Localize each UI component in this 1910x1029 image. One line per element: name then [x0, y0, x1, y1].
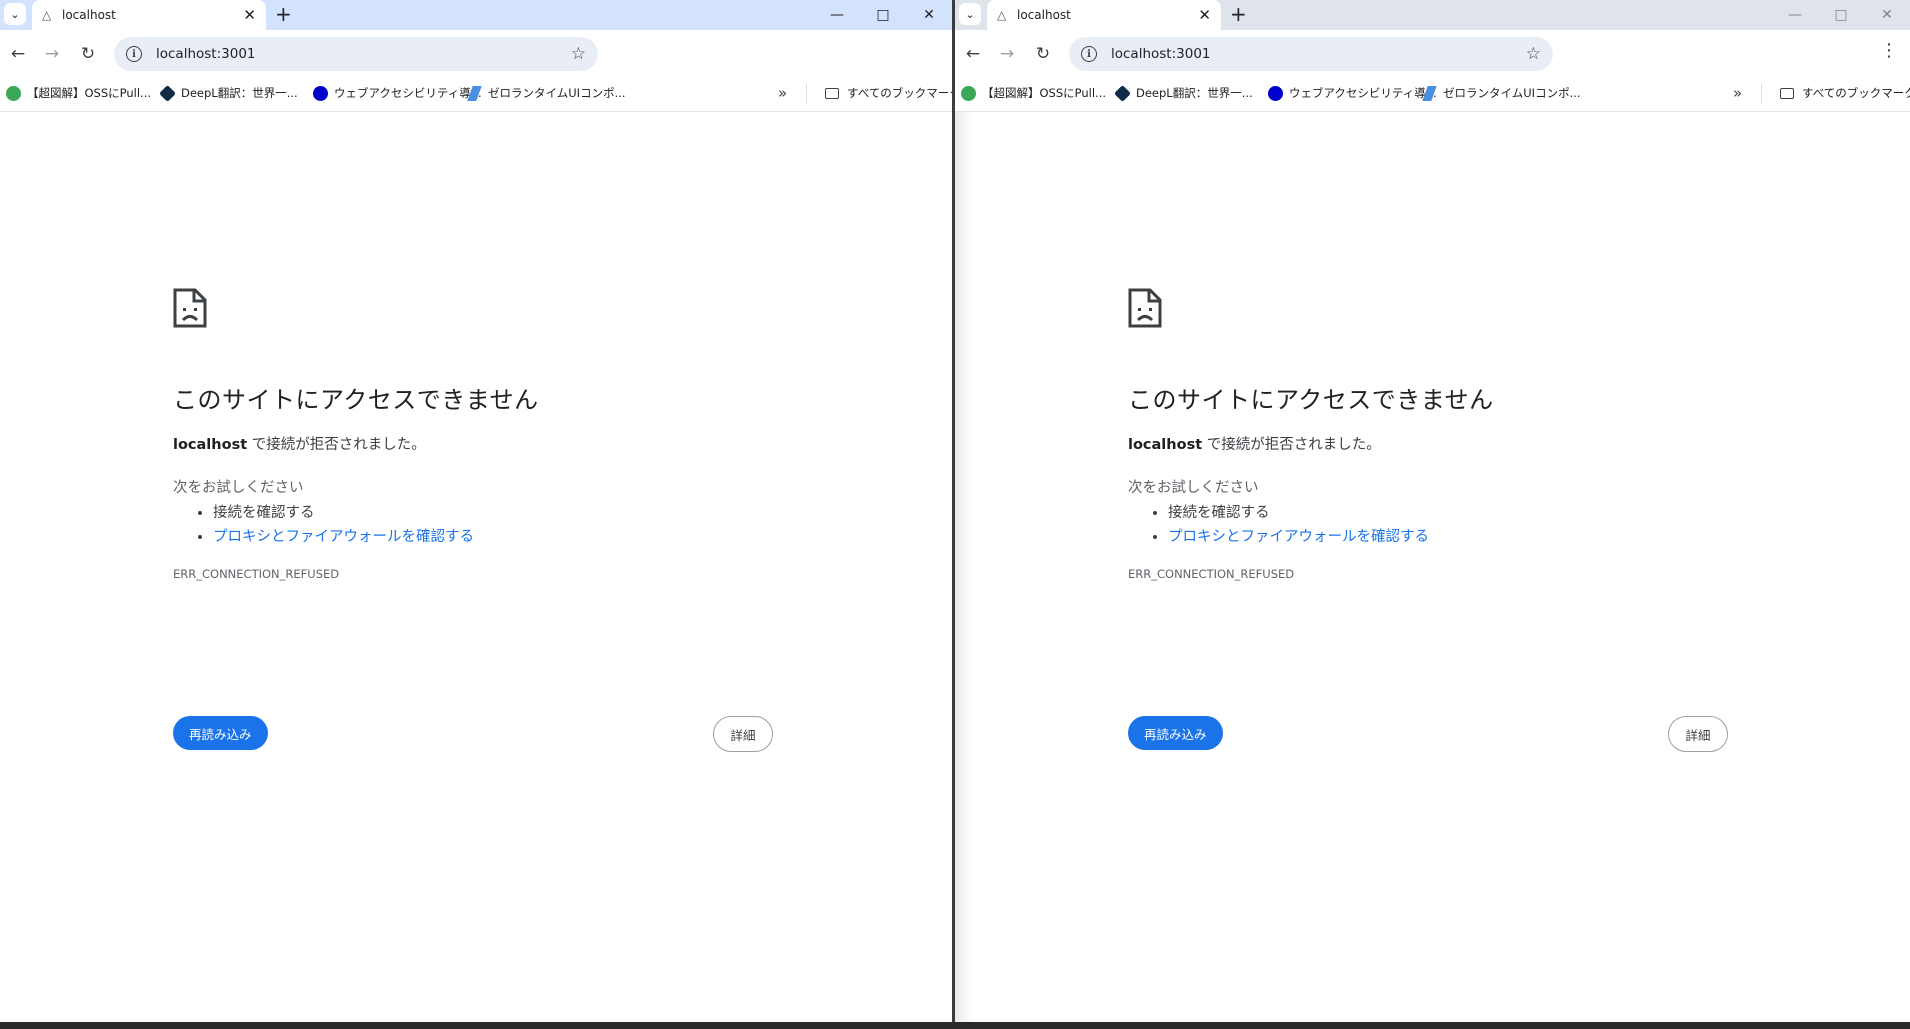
error-container: このサイトにアクセスできません localhost で接続が拒否されました。 次… — [173, 288, 773, 752]
forward-icon[interactable]: → — [40, 42, 64, 66]
error-description: localhost で接続が拒否されました。 — [173, 437, 426, 453]
folder-icon — [1780, 87, 1794, 99]
url-text[interactable]: localhost:3001 — [156, 46, 571, 62]
bookmark-favicon-icon — [313, 85, 328, 101]
close-tab-icon[interactable]: ✕ — [1198, 6, 1211, 24]
suggestions-list: 接続を確認する プロキシとファイアウォールを確認する — [1168, 501, 1728, 549]
maximize-icon[interactable]: □ — [860, 0, 906, 30]
more-bookmarks-icon[interactable]: » — [1733, 84, 1742, 102]
reload-icon[interactable]: ↻ — [76, 42, 100, 66]
tab-localhost[interactable]: △ localhost ✕ — [32, 0, 266, 30]
back-icon[interactable]: ← — [961, 42, 985, 66]
site-info-icon[interactable]: i — [126, 46, 142, 62]
close-window-icon[interactable]: ✕ — [1864, 0, 1910, 30]
tab-search-button[interactable]: ⌄ — [4, 3, 26, 25]
address-bar[interactable]: i localhost:3001 ☆ — [114, 37, 598, 71]
tab-strip: ⌄ △ localhost ✕ + — □ ✕ — [955, 0, 1910, 30]
forward-icon[interactable]: → — [995, 42, 1019, 66]
toolbar: ← → ↻ i localhost:3001 ☆ ⋮ — [955, 30, 1910, 76]
try-label: 次をお試しください — [1128, 480, 1259, 496]
window-controls: — □ ✕ — [1772, 0, 1910, 30]
bookmark-star-icon[interactable]: ☆ — [571, 44, 586, 64]
suggestions-list: 接続を確認する プロキシとファイアウォールを確認する — [213, 501, 773, 549]
all-bookmarks-folder[interactable]: すべてのブックマーク — [825, 85, 952, 101]
toolbar: ← → ↻ i localhost:3001 ☆ — [0, 30, 952, 76]
suggestion-item: 接続を確認する — [1168, 501, 1728, 525]
bookmark-item[interactable]: 【超図解】OSSにPull... — [961, 85, 1106, 101]
try-label: 次をお試しください — [173, 480, 304, 496]
bookmarks-bar: 【超図解】OSSにPull... DeepL翻訳：世界一... ウェブアクセシビ… — [0, 76, 952, 112]
window-shadow — [955, 112, 973, 1022]
minimize-icon[interactable]: — — [814, 0, 860, 30]
address-bar[interactable]: i localhost:3001 ☆ — [1069, 37, 1553, 71]
suggestion-item: 接続を確認する — [213, 501, 773, 525]
broken-page-icon: △ — [997, 8, 1007, 22]
bookmark-item[interactable]: 【超図解】OSSにPull... — [6, 85, 151, 101]
bookmark-item[interactable]: DeepL翻訳：世界一... — [159, 84, 298, 102]
error-host: localhost — [1128, 437, 1203, 453]
error-code: ERR_CONNECTION_REFUSED — [1128, 567, 1295, 581]
folder-icon — [825, 87, 839, 99]
minimize-icon[interactable]: — — [1772, 0, 1818, 30]
bookmark-item[interactable]: ゼロランタイムUIコンポ... — [1422, 85, 1581, 101]
chevron-down-icon: ⌄ — [10, 7, 20, 21]
bookmark-favicon-icon — [467, 85, 482, 101]
bookmark-item[interactable]: ゼロランタイムUIコンポ... — [467, 85, 626, 101]
tab-title: localhost — [1017, 8, 1071, 22]
error-host: localhost — [173, 437, 248, 453]
browser-window-left: ⌄ △ localhost ✕ + — □ ✕ ← → ↻ i localhos… — [0, 0, 952, 1022]
check-proxy-link[interactable]: プロキシとファイアウォールを確認する — [1168, 529, 1429, 545]
sad-page-icon — [173, 288, 207, 328]
error-code: ERR_CONNECTION_REFUSED — [173, 567, 340, 581]
new-tab-button[interactable]: + — [1230, 2, 1247, 26]
more-bookmarks-icon[interactable]: » — [778, 84, 787, 102]
bookmark-separator — [1761, 84, 1762, 104]
menu-icon[interactable]: ⋮ — [1880, 42, 1898, 60]
chevron-down-icon: ⌄ — [965, 7, 975, 21]
bookmark-favicon-icon — [6, 85, 21, 101]
taskbar-edge — [0, 1022, 1910, 1029]
error-container: このサイトにアクセスできません localhost で接続が拒否されました。 次… — [1128, 288, 1728, 752]
url-text[interactable]: localhost:3001 — [1111, 46, 1526, 62]
bookmark-item[interactable]: DeepL翻訳：世界一... — [1114, 84, 1253, 102]
reload-button[interactable]: 再読み込み — [1128, 716, 1223, 750]
bookmark-favicon-icon — [961, 85, 976, 101]
site-info-icon[interactable]: i — [1081, 46, 1097, 62]
window-controls: — □ ✕ — [814, 0, 952, 30]
back-icon[interactable]: ← — [6, 42, 30, 66]
error-title: このサイトにアクセスできません — [1128, 386, 1494, 414]
reload-icon[interactable]: ↻ — [1031, 42, 1055, 66]
tab-strip: ⌄ △ localhost ✕ + — □ ✕ — [0, 0, 952, 30]
browser-window-right: ⌄ △ localhost ✕ + — □ ✕ ← → ↻ i localhos… — [955, 0, 1910, 1022]
close-tab-icon[interactable]: ✕ — [243, 6, 256, 24]
all-bookmarks-folder[interactable]: すべてのブックマーク — [1780, 85, 1910, 101]
error-page: このサイトにアクセスできません localhost で接続が拒否されました。 次… — [955, 112, 1910, 1022]
sad-page-icon — [1128, 288, 1162, 328]
broken-page-icon: △ — [42, 8, 52, 22]
bookmark-favicon-icon — [1422, 85, 1437, 101]
error-page: このサイトにアクセスできません localhost で接続が拒否されました。 次… — [0, 112, 952, 1022]
bookmark-favicon-icon — [1268, 85, 1283, 101]
close-window-icon[interactable]: ✕ — [906, 0, 952, 30]
error-title: このサイトにアクセスできません — [173, 386, 539, 414]
tab-search-button[interactable]: ⌄ — [959, 3, 981, 25]
maximize-icon[interactable]: □ — [1818, 0, 1864, 30]
bookmark-item[interactable]: ウェブアクセシビリティ導... — [313, 85, 482, 101]
bookmark-separator — [806, 84, 807, 104]
bookmark-star-icon[interactable]: ☆ — [1526, 44, 1541, 64]
error-description: localhost で接続が拒否されました。 — [1128, 437, 1381, 453]
tab-localhost[interactable]: △ localhost ✕ — [987, 0, 1221, 30]
details-button[interactable]: 詳細 — [713, 716, 773, 752]
suggestion-item: プロキシとファイアウォールを確認する — [1168, 525, 1728, 549]
bookmark-item[interactable]: ウェブアクセシビリティ導... — [1268, 85, 1437, 101]
new-tab-button[interactable]: + — [275, 2, 292, 26]
bookmark-favicon-icon — [159, 84, 176, 102]
bookmarks-bar: 【超図解】OSSにPull... DeepL翻訳：世界一... ウェブアクセシビ… — [955, 76, 1910, 112]
details-button[interactable]: 詳細 — [1668, 716, 1728, 752]
reload-button[interactable]: 再読み込み — [173, 716, 268, 750]
bookmark-favicon-icon — [1114, 84, 1131, 102]
suggestion-item: プロキシとファイアウォールを確認する — [213, 525, 773, 549]
tab-title: localhost — [62, 8, 116, 22]
check-proxy-link[interactable]: プロキシとファイアウォールを確認する — [213, 529, 474, 545]
